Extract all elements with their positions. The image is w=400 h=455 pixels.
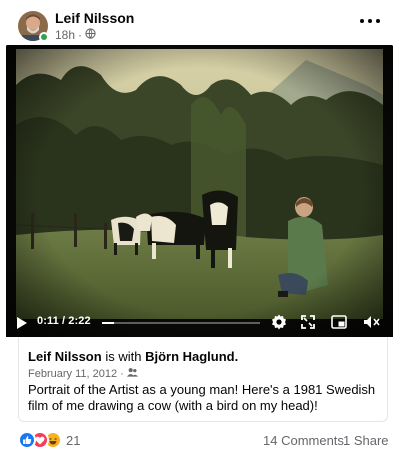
progress-fill bbox=[102, 322, 115, 324]
shared-post-card[interactable]: Leif Nilsson is with Björn Haglund. Febr… bbox=[18, 337, 388, 422]
reaction-count[interactable]: 21 bbox=[66, 433, 80, 448]
picture-in-picture-icon[interactable] bbox=[331, 315, 347, 334]
video-controls: 0:11 / 2:22 bbox=[6, 309, 393, 337]
more-dot-icon bbox=[360, 19, 364, 23]
share-count[interactable]: 1 Share bbox=[343, 433, 389, 448]
comment-count[interactable]: 14 Comments bbox=[263, 433, 344, 448]
like-icon bbox=[18, 431, 36, 449]
tagged-person[interactable]: Björn Haglund. bbox=[145, 349, 238, 364]
shared-with-text: is with bbox=[105, 349, 142, 364]
duration: 2:22 bbox=[68, 315, 91, 327]
settings-gear-icon[interactable] bbox=[271, 314, 287, 335]
mute-icon[interactable] bbox=[363, 315, 381, 334]
fullscreen-icon[interactable] bbox=[301, 315, 315, 334]
play-icon[interactable] bbox=[16, 316, 28, 335]
reaction-icons[interactable] bbox=[18, 431, 62, 449]
shared-post-meta: February 11, 2012 · bbox=[28, 367, 138, 380]
progress-bar[interactable] bbox=[102, 322, 260, 324]
shared-post-date[interactable]: February 11, 2012 bbox=[28, 368, 117, 380]
time-separator: / bbox=[61, 315, 66, 327]
more-dot-icon bbox=[376, 19, 380, 23]
online-status-indicator bbox=[39, 32, 49, 42]
post-time[interactable]: 18h bbox=[55, 28, 75, 42]
more-dot-icon bbox=[368, 19, 372, 23]
post-header: Leif Nilsson 18h · bbox=[0, 0, 400, 46]
current-time: 0:11 bbox=[37, 315, 59, 327]
video-player[interactable]: 0:11 / 2:22 bbox=[6, 45, 393, 337]
post-meta: 18h · bbox=[55, 28, 96, 42]
shared-post-text: Portrait of the Artist as a young man! H… bbox=[28, 382, 376, 413]
video-frame bbox=[6, 45, 393, 337]
friends-icon bbox=[126, 367, 138, 380]
more-options-button[interactable] bbox=[360, 14, 380, 28]
meta-separator: · bbox=[78, 28, 83, 42]
meta-separator: · bbox=[120, 367, 124, 380]
globe-icon bbox=[85, 28, 96, 42]
shared-post-header: Leif Nilsson is with Björn Haglund. bbox=[28, 349, 238, 364]
video-time: 0:11 / 2:22 bbox=[37, 315, 91, 327]
post-author[interactable]: Leif Nilsson bbox=[55, 10, 134, 26]
post-footer: 21 14 Comments 1 Share bbox=[0, 425, 400, 455]
shared-post-author[interactable]: Leif Nilsson bbox=[28, 349, 102, 364]
